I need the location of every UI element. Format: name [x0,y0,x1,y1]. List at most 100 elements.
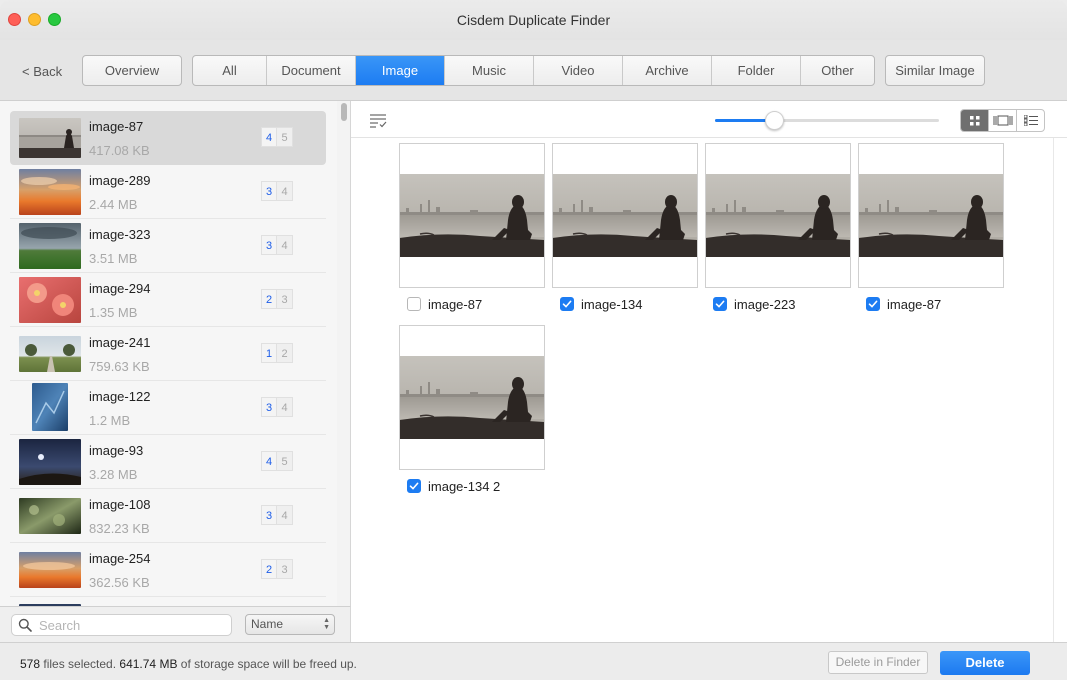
grid-icon [969,115,979,125]
content-scrollbar[interactable] [1053,138,1067,642]
list-item[interactable]: image-294 1.35 MB 2 3 [10,273,326,327]
item-size: 2.44 MB [89,197,138,212]
tab-video[interactable]: Video [534,56,623,85]
item-size: 1.2 MB [89,413,131,428]
item-name: image-294 [89,281,151,296]
select-options-icon[interactable] [370,114,387,128]
tab-document[interactable]: Document [267,56,356,85]
pink-flowers-thumbnail [19,277,81,323]
list-view-button[interactable] [1017,110,1044,131]
selected-count: 4 [261,127,277,147]
image-preview[interactable] [552,143,698,288]
list-item[interactable]: image-323 3.51 MB 3 4 [10,219,326,273]
image-preview[interactable] [858,143,1004,288]
card-label: image-134 [552,294,698,316]
image-preview[interactable] [705,143,851,288]
filmstrip-view-button[interactable] [989,110,1017,131]
item-name: image-323 [89,227,151,242]
card-checkbox[interactable] [407,297,421,311]
item-name: image-122 [89,389,151,404]
item-name: image-108 [89,497,151,512]
tab-music[interactable]: Music [445,56,534,85]
card-label: image-87 [399,294,545,316]
overview-button[interactable]: Overview [82,55,182,86]
item-size: 417.08 KB [89,143,150,158]
card-checkbox[interactable] [560,297,574,311]
item-name: image-87 [89,119,144,134]
search-field[interactable] [11,614,232,636]
list-item[interactable]: image-289 2.44 MB 3 4 [10,165,326,219]
selection-summary: 578 files selected. 641.74 MB of storage… [20,657,357,671]
list-item[interactable]: image-93 3.28 MB 4 5 [10,435,326,489]
storm-field-thumbnail [19,223,81,269]
list-item[interactable] [10,597,326,606]
list-icon [1023,115,1038,126]
duplicate-card[interactable]: image-87 [858,143,1004,316]
delete-in-finder-button[interactable]: Delete in Finder [828,651,928,674]
item-size: 1.35 MB [89,305,138,320]
view-mode-switch [960,109,1045,132]
list-item[interactable]: image-122 1.2 MB 3 4 [10,381,326,435]
status-bar: 578 files selected. 641.74 MB of storage… [0,642,1067,680]
grid-view-button[interactable] [961,110,989,131]
total-count: 4 [277,181,293,201]
card-checkbox[interactable] [713,297,727,311]
card-name: image-223 [734,297,796,312]
total-count: 4 [277,505,293,525]
item-size: 362.56 KB [89,575,150,590]
tab-all[interactable]: All [193,56,267,85]
sidebar-scroll-thumb[interactable] [341,103,347,121]
back-button[interactable]: < Back [22,64,62,79]
duplicate-card[interactable]: image-87 [399,143,545,316]
card-checkbox[interactable] [407,479,421,493]
image-preview[interactable] [399,143,545,288]
selected-file-count: 578 [20,657,41,671]
card-name: image-134 2 [428,479,501,494]
selected-count: 2 [261,289,277,309]
duplicate-count-badge: 4 5 [261,451,293,471]
list-item[interactable]: image-108 832.23 KB 3 4 [10,489,326,543]
duplicate-count-badge: 3 4 [261,397,293,417]
total-count: 4 [277,397,293,417]
search-input[interactable] [39,617,225,634]
lake-silhouette-photo [706,174,850,257]
card-label: image-223 [705,294,851,316]
duplicate-count-badge: 3 4 [261,235,293,255]
lake-silhouette-photo [400,356,544,439]
search-icon [18,618,32,632]
duplicate-card[interactable]: image-223 [705,143,851,316]
duplicate-card[interactable]: image-134 2 [399,325,545,498]
image-preview[interactable] [399,325,545,470]
sort-select[interactable]: Name ▲ ▼ [245,614,335,635]
selected-count: 2 [261,559,277,579]
tab-folder[interactable]: Folder [712,56,801,85]
delete-button[interactable]: Delete [940,651,1030,675]
duplicate-preview-grid: image-87 image-134 image-223 image-87 im… [351,138,1053,642]
item-name: image-254 [89,551,151,566]
duplicate-count-badge: 2 3 [261,289,293,309]
filmstrip-icon [993,115,1012,126]
list-item[interactable]: image-87 417.08 KB 4 5 [10,111,326,165]
duplicate-card[interactable]: image-134 [552,143,698,316]
selected-count: 3 [261,235,277,255]
toolbar: < Back Overview All Document Image Music… [0,40,1067,101]
sunset-clouds-thumbnail [19,552,81,588]
window-title: Cisdem Duplicate Finder [456,12,611,28]
file-type-tabs: All Document Image Music Video Archive F… [192,55,875,86]
checkmark-icon [562,300,572,308]
list-item[interactable]: image-254 362.56 KB 2 3 [10,543,326,597]
selected-count: 3 [261,397,277,417]
tree-road-thumbnail [19,336,81,372]
tab-other[interactable]: Other [801,56,874,85]
item-name: image-289 [89,173,151,188]
list-item[interactable]: image-241 759.63 KB 1 2 [10,327,326,381]
tab-archive[interactable]: Archive [623,56,712,85]
card-name: image-87 [887,297,942,312]
slider-knob[interactable] [765,111,785,130]
similar-image-button[interactable]: Similar Image [885,55,985,86]
thumbnail-size-slider[interactable] [715,111,939,130]
card-checkbox[interactable] [866,297,880,311]
title-bar: Cisdem Duplicate Finder [0,0,1067,40]
tab-image[interactable]: Image [356,56,445,85]
sidebar-scrollbar[interactable] [337,101,351,642]
